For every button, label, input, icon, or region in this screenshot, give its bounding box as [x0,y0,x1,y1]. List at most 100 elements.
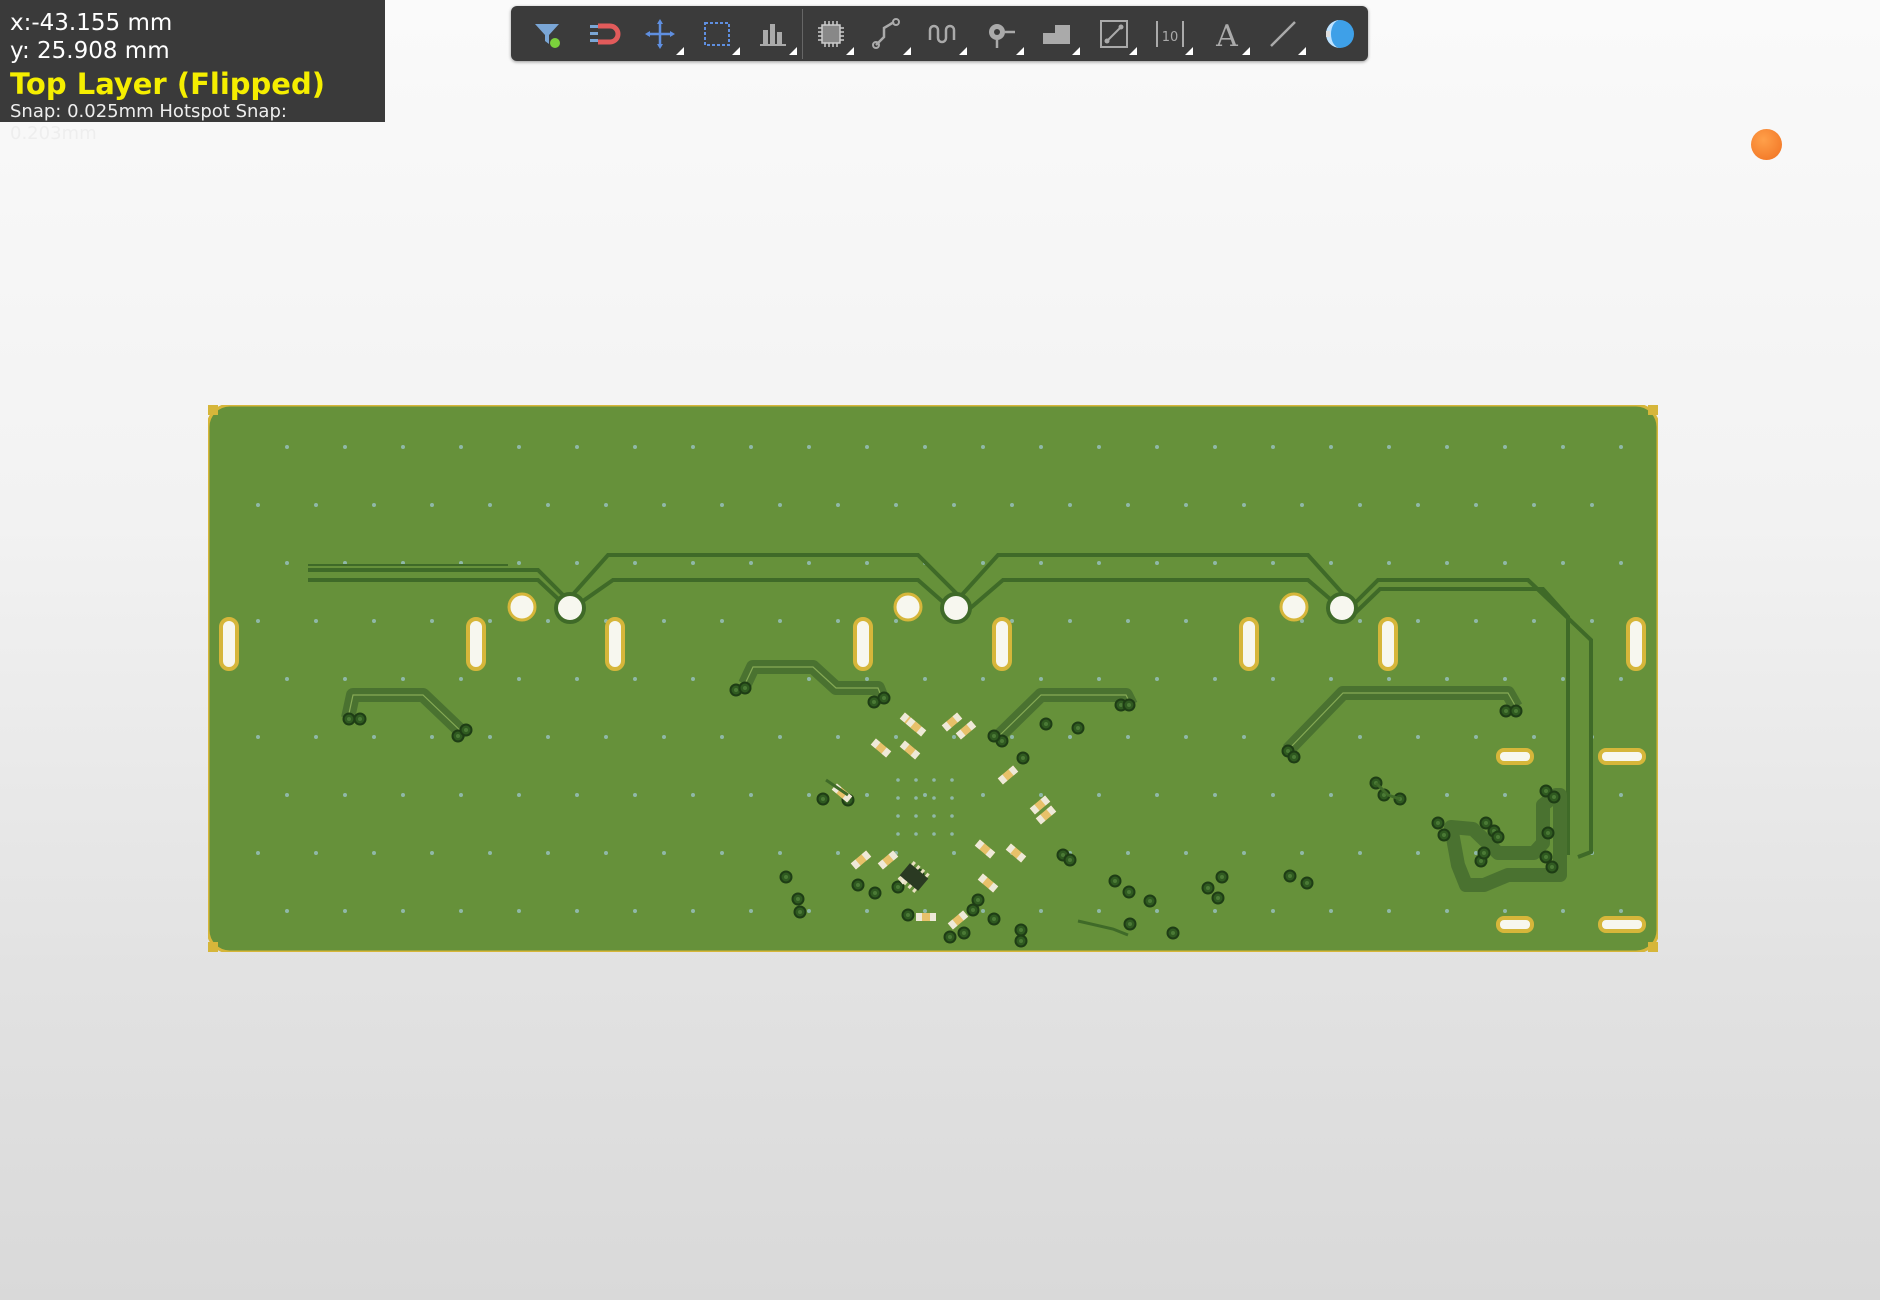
place-via-button[interactable] [972,9,1029,59]
stitching-dot [1155,793,1159,797]
stitching-dot [1300,503,1304,507]
pcb-canvas[interactable] [206,403,1660,956]
stitching-dot [896,796,900,800]
stitching-dot [1213,445,1217,449]
via-drill [1119,703,1123,707]
stitching-dot [1619,793,1623,797]
stitching-dot [865,445,869,449]
via-drill [1148,899,1152,903]
stitching-dot [430,503,434,507]
stitching-dot [285,677,289,681]
status-indicator[interactable] [1751,129,1782,160]
via-drill [1292,755,1296,759]
stitching-dot [575,909,579,913]
pcb-board[interactable] [206,403,1660,954]
via-drill [992,734,996,738]
stitching-dot [1503,793,1507,797]
stitching-dot [1271,677,1275,681]
stitching-dot [1039,793,1043,797]
stitching-dot [1387,445,1391,449]
via-drill [872,700,876,704]
stitching-dot [372,735,376,739]
via-drill [1216,896,1220,900]
stitching-dot [343,445,347,449]
stitching-dot [691,909,695,913]
align-button[interactable] [745,9,802,59]
snap-options-button[interactable] [576,9,633,59]
stitching-dot [1213,677,1217,681]
view-toggle-button[interactable] [1311,9,1368,59]
length-tuning-button[interactable] [916,9,973,59]
place-string-button[interactable]: A [1198,9,1255,59]
stitching-dot [1474,735,1478,739]
align-distribute-icon [760,23,787,46]
via-drill [992,917,996,921]
stitching-dot [1068,619,1072,623]
via-drill [821,797,825,801]
place-line-button[interactable] [1255,9,1312,59]
dropdown-indicator-icon [675,46,684,55]
select-button[interactable] [689,9,746,59]
via-drill [1019,928,1023,932]
stitching-dot [1155,677,1159,681]
stitching-dot [488,619,492,623]
stitching-dot [932,832,936,836]
stitching-dot [1242,851,1246,855]
stitching-dot [575,561,579,565]
stitching-dot [285,561,289,565]
via-drill [358,717,362,721]
filter-button[interactable] [519,9,576,59]
via-drill [856,883,860,887]
stitching-dot [1126,619,1130,623]
stitching-dot [343,793,347,797]
stitching-dot [720,735,724,739]
route-button[interactable] [859,9,916,59]
place-component-button[interactable] [801,8,860,59]
stitching-dot [932,796,936,800]
stitching-dot [749,445,753,449]
stitching-dot [1445,677,1449,681]
stitching-dot [314,851,318,855]
stitching-dot [836,503,840,507]
slot-pad [1496,916,1534,933]
mounting-hole [507,592,537,622]
svg-text:10: 10 [1162,30,1179,45]
stitching-dot [1532,619,1536,623]
stitching-dot [1329,561,1333,565]
move-button[interactable] [632,9,689,59]
smd-pad [930,913,936,921]
stitching-dot [1329,909,1333,913]
slot-pad [1239,617,1259,671]
stitching-dot [285,793,289,797]
stitching-dot [662,851,666,855]
smd-resistor [916,913,936,921]
slot-pad [1598,748,1646,765]
stitching-dot [662,503,666,507]
via-drill [1113,879,1117,883]
stitching-dot [256,503,260,507]
via-drill [456,734,460,738]
stitching-dot [430,619,434,623]
stitching-dot [1010,503,1014,507]
stitching-dot [662,735,666,739]
stitching-dot [720,503,724,507]
stitching-dot [1503,677,1507,681]
stitching-dot [343,909,347,913]
place-dimension-button[interactable]: 10 [1142,9,1199,59]
dropdown-indicator-icon [1128,46,1137,55]
stitching-dot [1503,561,1507,565]
stitching-dot [1445,561,1449,565]
stitching-dot [1010,735,1014,739]
stitching-dot [343,677,347,681]
dropdown-indicator-icon [1072,46,1081,55]
dimension-button[interactable] [1085,9,1142,59]
stitching-dot [459,909,463,913]
stitching-dot [285,909,289,913]
slot-pad [992,617,1012,671]
place-polygon-button[interactable] [1029,9,1086,59]
stitching-dot [1039,445,1043,449]
stitching-dot [604,851,608,855]
y-coordinate: y: 25.908 mm [10,38,170,64]
stitching-dot [981,677,985,681]
stitching-dot [546,619,550,623]
